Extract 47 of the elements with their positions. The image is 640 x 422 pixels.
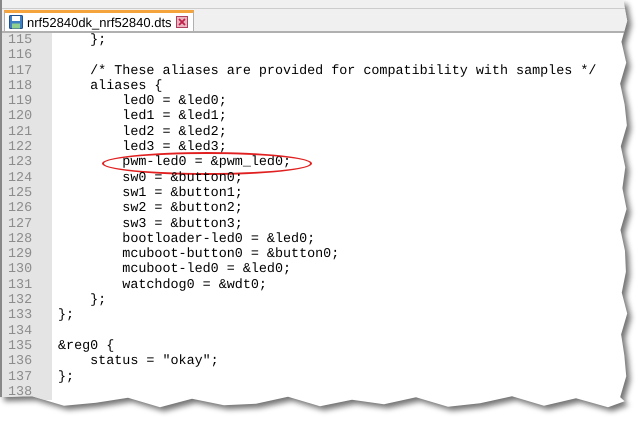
line-number: 136: [2, 354, 52, 370]
line-number: 134: [2, 324, 52, 339]
code-line: };: [58, 308, 74, 324]
line-number: 125: [2, 186, 52, 202]
code-line: /* These aliases are provided for compatibility with samples */: [89, 64, 596, 79]
code-line: pwm-led0 = &pwm_led0;: [121, 155, 292, 171]
line-number: 127: [2, 216, 52, 232]
line-number: 131: [2, 278, 52, 294]
line-number: 137: [2, 370, 52, 385]
code-line: &reg0 {: [58, 338, 114, 354]
code-line: };: [89, 293, 106, 308]
line-number: 121: [2, 124, 52, 140]
code-line: };: [58, 370, 74, 385]
line-number: 122: [2, 140, 52, 156]
line-number: 123: [2, 155, 52, 171]
line-number: 135: [2, 338, 52, 354]
line-number: 118: [2, 78, 52, 94]
file-tab[interactable]: nrf52840dk_nrf52840.dts: [4, 10, 194, 31]
line-number: 124: [2, 170, 52, 186]
code-line: led2 = &led2;: [121, 124, 227, 140]
line-number: 126: [2, 201, 52, 217]
code-line: status = "okay";: [89, 354, 219, 370]
line-number: 120: [2, 109, 52, 125]
line-number: 138: [2, 384, 52, 400]
code-line: sw1 = &button1;: [121, 186, 243, 201]
line-number: 119: [2, 94, 52, 110]
code-line: led1 = &led1;: [121, 109, 227, 125]
code-line: aliases {: [89, 78, 162, 94]
code-line: bootloader-led0 = &led0;: [121, 232, 316, 247]
code-line: mcuboot-button0 = &button0;: [121, 247, 340, 262]
line-number: 117: [2, 64, 52, 79]
code-line: led0 = &led0;: [121, 94, 227, 110]
line-number: 132: [2, 293, 52, 308]
line-number: 128: [2, 232, 52, 248]
code-line: mcuboot-led0 = &led0;: [121, 262, 292, 278]
code-line: sw0 = &button0;: [121, 170, 243, 186]
line-number: 133: [2, 308, 52, 324]
code-line: watchdog0 = &wdt0;: [121, 278, 267, 294]
code-line: sw3 = &button3;: [121, 216, 243, 232]
line-number: 130: [2, 262, 52, 278]
code-line: };: [89, 33, 106, 48]
close-icon[interactable]: [176, 16, 188, 28]
line-number: 115: [2, 33, 52, 48]
code-line: led3 = &led3;: [121, 140, 227, 156]
code-line: sw2 = &button2;: [121, 201, 243, 217]
line-number: 129: [2, 247, 52, 262]
line-number: 116: [2, 48, 52, 64]
